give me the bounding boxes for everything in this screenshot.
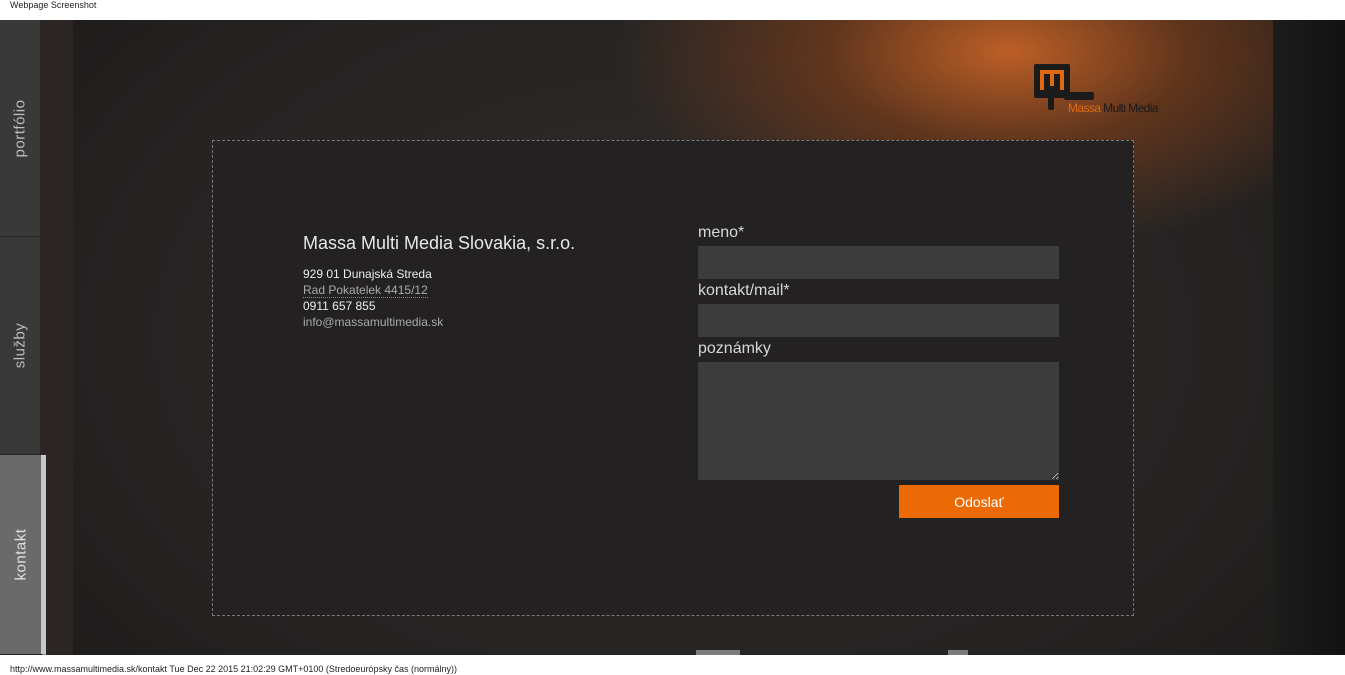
- submit-button[interactable]: Odoslať: [899, 485, 1059, 518]
- company-name: Massa Multi Media Slovakia, s.r.o.: [303, 233, 576, 253]
- notes-field-label: poznámky: [698, 340, 771, 357]
- page-viewport: portfólio služby kontakt Massa Multi Med…: [0, 20, 1345, 655]
- contact-card: Massa Multi Media Slovakia, s.r.o. 929 0…: [212, 140, 1134, 616]
- address-city: 929 01 Dunajská Streda: [303, 267, 432, 281]
- nav-item-sluzby[interactable]: služby: [0, 237, 40, 455]
- nav-item-kontakt[interactable]: kontakt: [0, 455, 46, 655]
- address-street-link[interactable]: Rad Pokatelek 4415/12: [303, 283, 428, 298]
- contact-field-label: kontakt/mail*: [698, 282, 790, 299]
- name-field-label: meno*: [698, 224, 745, 241]
- screenshot-header-label: Webpage Screenshot: [10, 0, 97, 10]
- nav-item-label: portfólio: [11, 99, 29, 157]
- phone-number: 0911 657 855: [303, 299, 376, 313]
- nav-item-label: kontakt: [12, 528, 29, 581]
- email-link[interactable]: info@massamultimedia.sk: [303, 315, 443, 329]
- bottom-decoration-right: [948, 650, 968, 655]
- logo-text: Massa Multi Media: [1068, 101, 1158, 115]
- brand-logo[interactable]: Massa Multi Media: [1034, 64, 1184, 120]
- name-input[interactable]: [698, 246, 1059, 279]
- background-right-strip: [1273, 20, 1345, 655]
- side-navigation: portfólio služby kontakt: [0, 20, 46, 655]
- bottom-decoration-left: [696, 650, 740, 655]
- notes-textarea[interactable]: [698, 362, 1059, 480]
- nav-item-portfolio[interactable]: portfólio: [0, 20, 40, 237]
- contact-input[interactable]: [698, 304, 1059, 337]
- nav-item-label: služby: [11, 322, 29, 369]
- screenshot-footer-label: http://www.massamultimedia.sk/kontakt Tu…: [10, 664, 457, 674]
